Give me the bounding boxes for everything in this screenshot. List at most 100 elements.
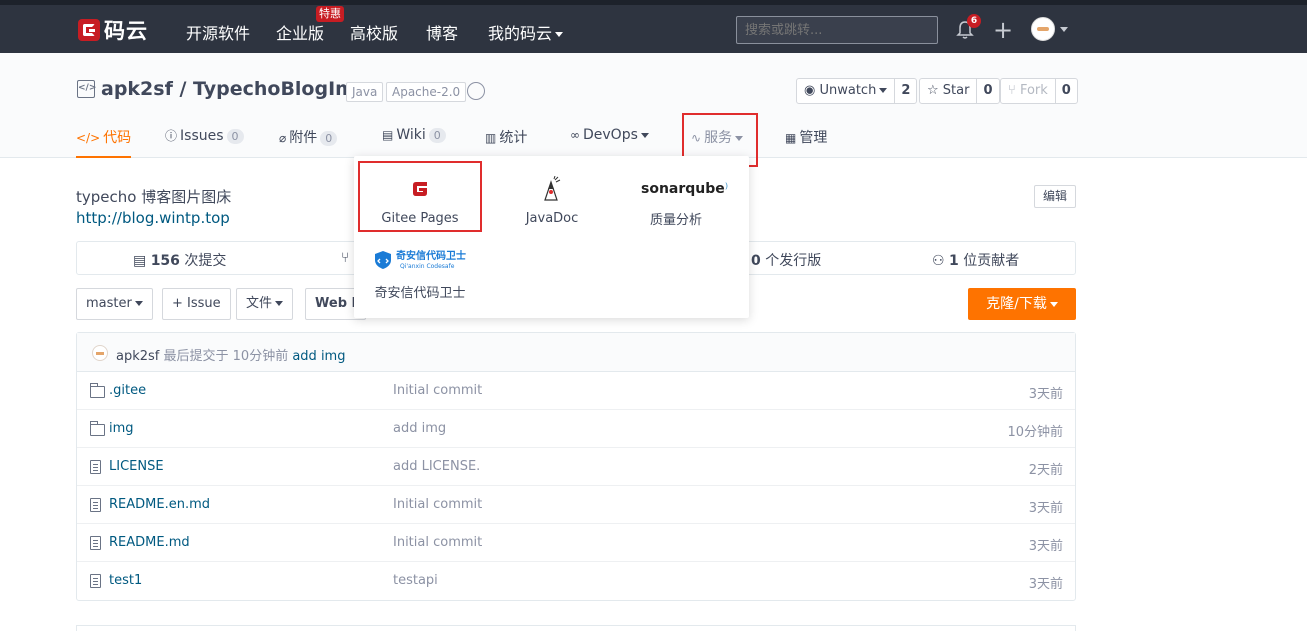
chevron-down-icon[interactable]: [1060, 27, 1068, 32]
gitee-logo-icon: [78, 19, 100, 41]
readme-box: [76, 625, 1076, 631]
chevron-down-icon: [275, 301, 284, 306]
file-commit-time: 3天前: [1028, 577, 1063, 592]
file-commit-message[interactable]: Initial commit: [393, 535, 482, 550]
table-row: .gitee Initial commit 3天前: [77, 372, 1075, 410]
service-sonarqube[interactable]: sonarqube⁾ 质量分析: [616, 164, 736, 232]
file-commit-time: 10分钟前: [1007, 425, 1063, 440]
user-avatar[interactable]: [1031, 17, 1055, 41]
file-commit-time: 3天前: [1028, 501, 1063, 516]
manage-icon: ▦: [785, 131, 797, 145]
tab-issues[interactable]: ⓘ Issues 0: [165, 118, 244, 158]
table-row: README.md Initial commit 3天前: [77, 524, 1075, 562]
nav-open-source[interactable]: 开源软件: [186, 20, 250, 44]
repo-description: typecho 博客图片图床: [76, 188, 232, 206]
repo-homepage-link[interactable]: http://blog.wintp.top: [76, 209, 230, 227]
code-icon: </>: [76, 131, 101, 145]
nav-blog[interactable]: 博客: [426, 20, 458, 44]
file-commit-message[interactable]: Initial commit: [393, 383, 482, 398]
table-row: test1 testapi 3天前: [77, 562, 1075, 600]
commit-author[interactable]: apk2sf: [116, 349, 159, 364]
chevron-down-icon: [555, 32, 564, 37]
star-button-group: ☆ Star 0: [919, 78, 1000, 104]
qianxin-icon: [375, 251, 391, 269]
gitee-pages-highlight: [358, 161, 482, 232]
branch-select[interactable]: master: [76, 288, 153, 320]
plus-icon[interactable]: +: [993, 18, 1013, 42]
service-javadoc[interactable]: JavaDoc: [492, 164, 612, 232]
file-commit-time: 2天前: [1028, 463, 1063, 478]
star-count[interactable]: 0: [977, 79, 998, 103]
contributors-stat[interactable]: ⚇ 1 位贡献者: [932, 250, 1019, 270]
license-tag[interactable]: Apache-2.0: [386, 82, 467, 102]
gitee-logo[interactable]: 码云: [78, 15, 148, 45]
tab-attachments[interactable]: ⌀ 附件 0: [279, 118, 338, 158]
releases-stat[interactable]: 0 个发行版: [751, 250, 821, 270]
devops-icon: ∞: [570, 128, 580, 142]
unwatch-button[interactable]: ◉ Unwatch: [797, 79, 896, 103]
table-row: LICENSE add LICENSE. 2天前: [77, 448, 1075, 486]
commit-message-link[interactable]: add img: [292, 349, 345, 364]
file-icon: [90, 460, 101, 474]
nav-enterprise[interactable]: 企业版: [276, 20, 324, 44]
nav-education[interactable]: 高校版: [350, 20, 398, 44]
branches-stat[interactable]: ⑂: [341, 250, 349, 266]
chevron-down-icon: [879, 88, 888, 93]
file-name-link[interactable]: test1: [109, 573, 142, 588]
star-button[interactable]: ☆ Star: [920, 79, 978, 103]
fork-button-group: ⑂ Fork 0: [1000, 78, 1078, 104]
language-tag[interactable]: Java: [346, 82, 384, 102]
last-commit-bar: apk2sf 最后提交于 10分钟前 add img: [77, 333, 1075, 372]
file-commit-message[interactable]: add img: [393, 421, 446, 436]
commits-stat[interactable]: ▤ 156 次提交: [133, 250, 226, 270]
fork-count[interactable]: 0: [1056, 79, 1077, 103]
tab-statistics[interactable]: ▥ 统计: [485, 118, 527, 158]
nav-my-gitee[interactable]: 我的码云: [488, 20, 564, 44]
file-icon: [90, 536, 101, 550]
new-issue-button[interactable]: + Issue: [162, 288, 231, 320]
repo-code-icon: </>: [77, 80, 96, 98]
file-commit-message[interactable]: Initial commit: [393, 497, 482, 512]
tab-code[interactable]: </> 代码: [76, 118, 132, 158]
watch-button-group: ◉ Unwatch 2: [796, 78, 918, 104]
file-commit-time: 3天前: [1028, 387, 1063, 402]
tab-wiki[interactable]: ▤ Wiki 0: [382, 118, 446, 158]
wiki-icon: ▤: [382, 128, 394, 142]
clone-download-button[interactable]: 克隆/下载: [968, 288, 1076, 320]
file-name-link[interactable]: README.en.md: [109, 497, 210, 512]
file-name-link[interactable]: LICENSE: [109, 459, 164, 474]
tab-manage[interactable]: ▦ 管理: [785, 118, 827, 158]
chevron-down-icon: [640, 132, 649, 138]
file-list: apk2sf 最后提交于 10分钟前 add img .gitee Initia…: [76, 332, 1076, 601]
watch-count[interactable]: 2: [895, 79, 916, 103]
file-commit-message[interactable]: testapi: [393, 573, 438, 588]
folder-icon: [90, 383, 105, 398]
file-commit-message[interactable]: add LICENSE.: [393, 459, 480, 474]
tab-devops[interactable]: ∞ DevOps: [570, 118, 649, 158]
file-name-link[interactable]: img: [109, 421, 134, 436]
award-icon[interactable]: [467, 82, 485, 100]
attachment-icon: ⌀: [279, 131, 287, 145]
chart-icon: ▥: [485, 131, 497, 145]
file-icon: [90, 574, 101, 588]
table-row: img add img 10分钟前: [77, 410, 1075, 448]
chevron-down-icon: [1049, 301, 1058, 307]
file-name-link[interactable]: .gitee: [109, 383, 146, 398]
fork-button[interactable]: ⑂ Fork: [1001, 79, 1056, 103]
repo-title[interactable]: apk2sf / TypechoBlogImg: [101, 78, 369, 100]
service-qianxin-codesafe[interactable]: 奇安信代码卫士 Qi'anxin Codesafe 奇安信代码卫士: [360, 246, 480, 306]
avatar[interactable]: [92, 345, 108, 361]
table-row: README.en.md Initial commit 3天前: [77, 486, 1075, 524]
java-icon: [544, 176, 561, 201]
file-name-link[interactable]: README.md: [109, 535, 190, 550]
file-icon: [90, 498, 101, 512]
chevron-down-icon: [134, 301, 143, 306]
edit-button[interactable]: 编辑: [1034, 185, 1076, 208]
issue-icon: ⓘ: [165, 129, 178, 143]
search-input[interactable]: [736, 16, 938, 44]
folder-icon: [90, 421, 105, 436]
file-commit-time: 3天前: [1028, 539, 1063, 554]
file-button[interactable]: 文件: [236, 288, 294, 320]
notification-badge: 6: [967, 14, 981, 28]
sonarqube-icon: sonarqube⁾: [641, 181, 729, 197]
